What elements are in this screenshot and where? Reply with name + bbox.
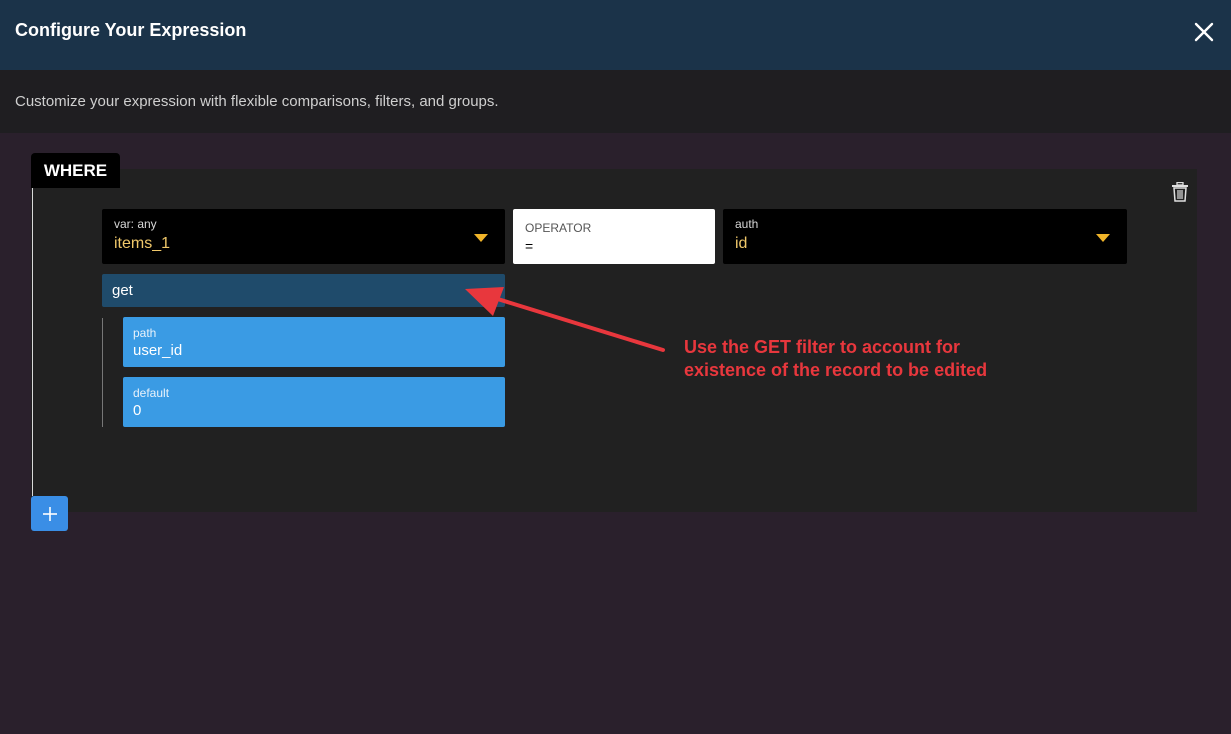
trash-icon <box>1172 181 1188 202</box>
close-button[interactable] <box>1190 18 1218 46</box>
filter-get[interactable]: get <box>102 274 505 307</box>
modal-header: Configure Your Expression <box>0 0 1231 70</box>
modal-subheader: Customize your expression with flexible … <box>0 70 1231 133</box>
filter-name: get <box>112 282 133 299</box>
annotation-arrow <box>465 287 665 352</box>
filter-args-guide-line <box>102 318 103 427</box>
right-operand-label: auth <box>735 217 759 231</box>
right-operand-value: id <box>735 235 748 252</box>
add-condition-button[interactable] <box>31 496 68 531</box>
chevron-down-icon <box>474 234 488 242</box>
annotation-line-1: Use the GET filter to account for <box>684 337 961 357</box>
annotation-text: Use the GET filter to account for existe… <box>684 336 987 382</box>
operator-label: OPERATOR <box>525 221 592 235</box>
chevron-down-icon <box>1096 234 1110 242</box>
operator-value: = <box>525 238 534 254</box>
operator-select[interactable]: OPERATOR = <box>513 209 715 264</box>
delete-clause-button[interactable] <box>1171 181 1189 202</box>
clause-guide-line <box>32 188 33 496</box>
filter-arg-label: path <box>133 326 157 340</box>
close-icon <box>1194 22 1214 42</box>
right-operand-select[interactable]: auth id <box>723 209 1127 264</box>
annotation-line-2: existence of the record to be edited <box>684 360 988 380</box>
filter-arg-value: 0 <box>133 402 142 419</box>
modal-title: Configure Your Expression <box>15 20 247 40</box>
left-operand-select[interactable]: var: any items_1 <box>102 209 505 264</box>
filter-arg-label: default <box>133 386 170 400</box>
where-tag: WHERE <box>31 153 120 188</box>
plus-icon <box>42 506 57 521</box>
left-operand-label: var: any <box>114 217 157 231</box>
modal-description: Customize your expression with flexible … <box>15 93 499 110</box>
filter-arg-path[interactable]: path user_id <box>123 317 505 367</box>
filter-arg-default[interactable]: default 0 <box>123 377 505 427</box>
filter-arg-value: user_id <box>133 342 183 359</box>
left-operand-value: items_1 <box>114 235 171 252</box>
